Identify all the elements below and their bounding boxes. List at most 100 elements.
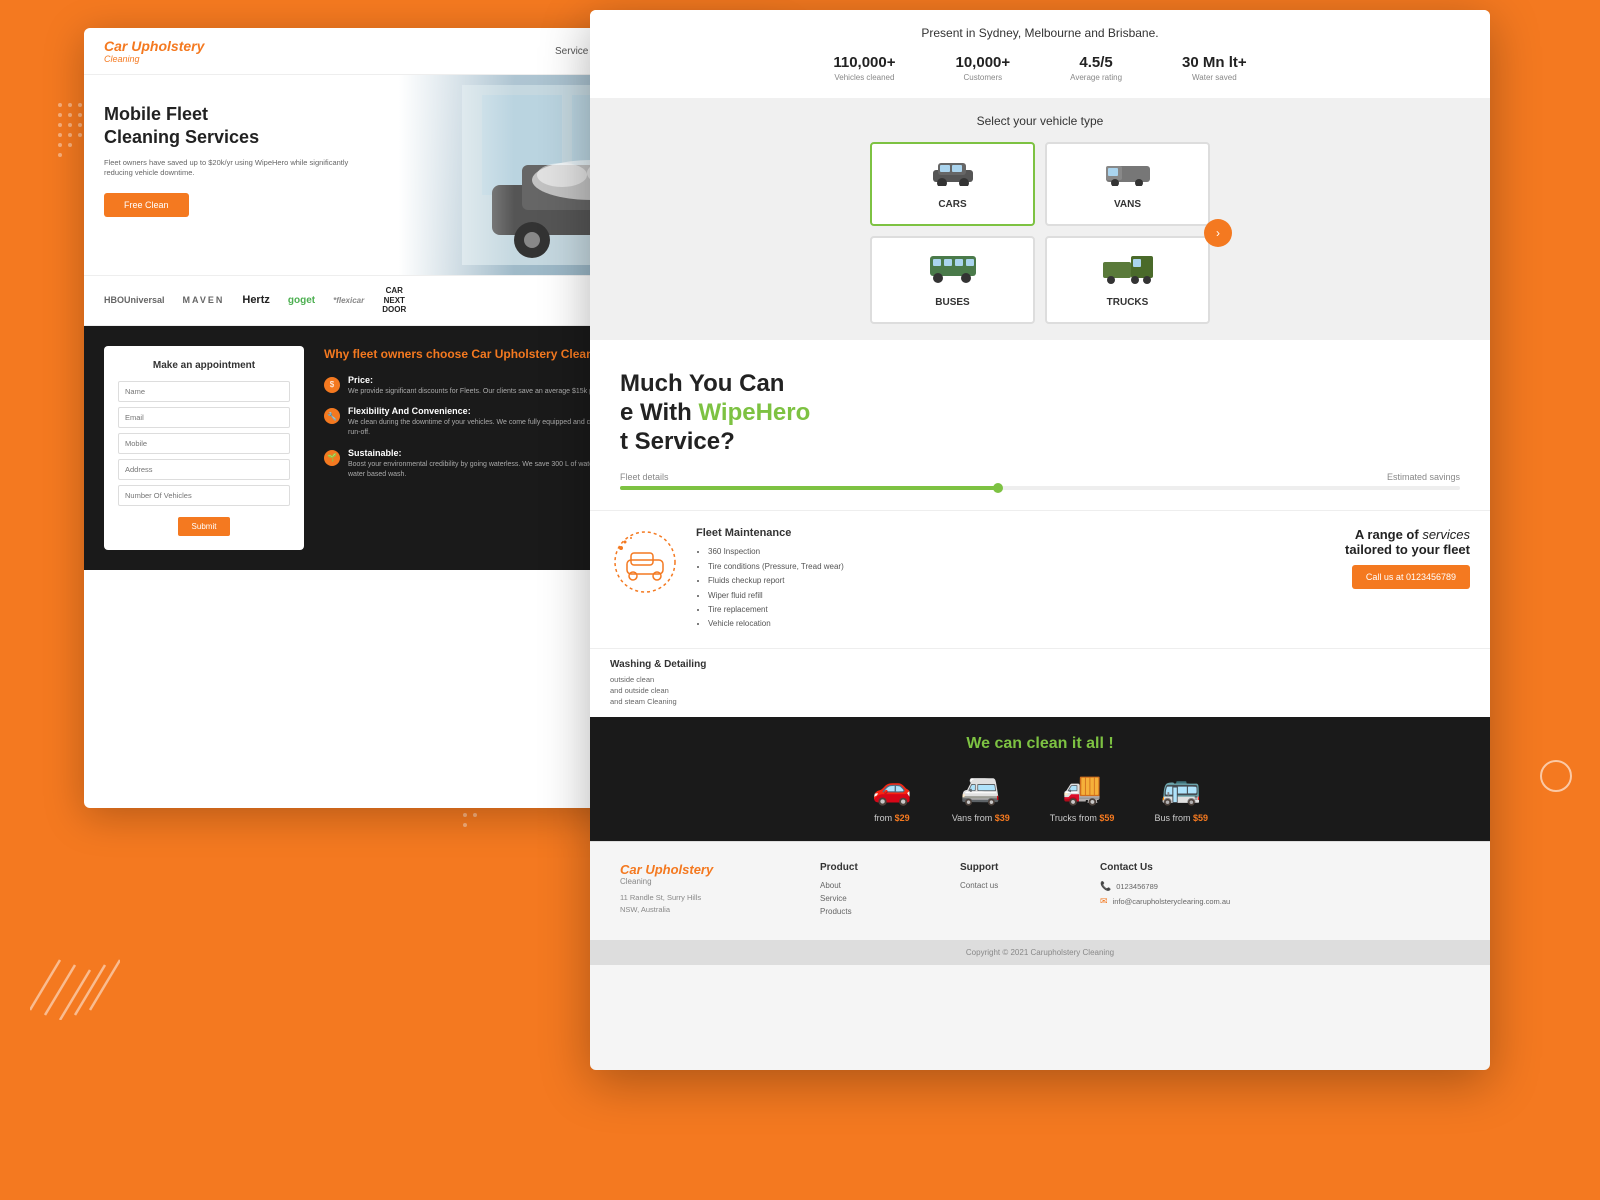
service-list: 360 Inspection Tire conditions (Pressure… [696,545,1319,631]
fleet-maintenance-icon [613,530,678,595]
form-address-input[interactable] [118,459,290,480]
clean-title-end: it all ! [1072,735,1114,752]
phone-icon: 📞 [1100,881,1111,892]
why-icon-sustainable: 🌱 [324,450,340,466]
footer-logo: Car Upholstery [620,862,780,877]
progress-dot [993,483,1003,493]
footer-product-col: Product About Service Products [820,862,920,920]
s2-footer: Car Upholstery Cleaning 11 Randle St, Su… [590,841,1490,940]
clean-bus-icon: 🚌 [1154,769,1208,807]
stat-water: 30 Mn lt+ Water saved [1182,54,1247,82]
s1-free-clean-button[interactable]: Free Clean [104,193,189,217]
cta-title: A range of servicestailored to your flee… [1345,527,1470,557]
clean-bus-price: Bus from $59 [1154,813,1208,823]
footer-product-title: Product [820,862,920,873]
footer-logo-sub: Cleaning [620,877,780,886]
brand-carnextdoor: CARNEXTDOOR [382,286,406,315]
vehicle-card-buses[interactable]: BUSES [870,236,1035,324]
stat-rating-num: 4.5/5 [1070,54,1122,71]
footer-link-service[interactable]: Service [820,894,920,903]
footer-phone-line: 📞 0123456789 [1100,881,1460,892]
service-name: Fleet Maintenance [696,527,1319,539]
vehicle-card-trucks[interactable]: TRUCKS [1045,236,1210,324]
brand-hbo: HBOUniversal [104,295,165,305]
form-mobile-input[interactable] [118,433,290,454]
s2-stats-row: 110,000+ Vehicles cleaned 10,000+ Custom… [620,54,1460,82]
vans-icon [1057,158,1198,193]
footer-link-products[interactable]: Products [820,907,920,916]
s1-logo-car: Car [104,38,127,54]
footer-support-col: Support Contact us [960,862,1060,920]
service-info: Fleet Maintenance 360 Inspection Tire co… [696,527,1319,631]
vehicle-grid: CARS VANS [870,142,1210,324]
trucks-label: TRUCKS [1057,297,1198,308]
progress-track [620,486,1460,490]
why-title-start: Why fleet owners choose [324,347,468,361]
service-cta: A range of servicestailored to your flee… [1335,527,1470,631]
stat-rating-label: Average rating [1070,73,1122,82]
s2-detailing-section: Washing & Detailing outside cleanand out… [590,648,1490,718]
stat-water-label: Water saved [1182,73,1247,82]
detailing-title: Washing & Detailing [610,659,1470,670]
form-submit-button[interactable]: Submit [178,517,231,536]
footer-address: 11 Randle St, Surry HillsNSW, Australia [620,892,780,916]
why-icon-flexibility: 🔧 [324,408,340,424]
stat-vehicles: 110,000+ Vehicles cleaned [833,54,895,82]
clean-truck: 🚚 Trucks from $59 [1050,769,1115,823]
email-icon: ✉ [1100,896,1108,907]
headline-line3: t Service? [620,428,735,455]
footer-link-contact[interactable]: Contact us [960,881,1060,890]
clean-van: 🚐 Vans from $39 [952,769,1010,823]
stat-customers-label: Customers [956,73,1011,82]
cars-icon [882,158,1023,193]
clean-truck-icon: 🚚 [1050,769,1115,807]
stat-customers: 10,000+ Customers [956,54,1011,82]
brand-flexicar: *flexicar [333,296,364,305]
form-name-input[interactable] [118,381,290,402]
footer-link-about[interactable]: About [820,881,920,890]
progress-labels: Fleet details Estimated savings [620,472,1460,482]
brand-goget: goget [288,295,315,306]
footer-contact-title: Contact Us [1100,862,1460,873]
clean-bus: 🚌 Bus from $59 [1154,769,1208,823]
form-vehicles-input[interactable] [118,485,290,506]
s1-hero-title: Mobile FleetCleaning Services [104,103,379,150]
clean-car-price: from $29 [872,813,912,823]
stat-vehicles-num: 110,000+ [833,54,895,71]
form-email-input[interactable] [118,407,290,428]
vehicle-next-button[interactable]: › [1204,219,1232,247]
s2-clean-all-section: We can clean it all ! 🚗 from $29 🚐 Vans … [590,717,1490,841]
vehicle-card-vans[interactable]: VANS [1045,142,1210,226]
service-item-5: Tire replacement [708,603,1319,617]
call-button[interactable]: Call us at 0123456789 [1352,565,1470,589]
clean-car-icon: 🚗 [872,769,912,807]
stat-customers-num: 10,000+ [956,54,1011,71]
progress-label-fleet: Fleet details [620,472,669,482]
s2-services-section: Fleet Maintenance 360 Inspection Tire co… [590,510,1490,647]
copyright-text: Copyright © 2021 Carupholstery Cleaning [966,948,1114,957]
clean-car: 🚗 from $29 [872,769,912,823]
footer-email-line: ✉ info@carupholsteryclearing.com.au [1100,896,1460,907]
stat-rating: 4.5/5 Average rating [1070,54,1122,82]
screenshot-front: Present in Sydney, Melbourne and Brisban… [590,10,1490,1070]
service-item-6: Vehicle relocation [708,617,1319,631]
clean-all-title: We can clean it all ! [620,735,1460,753]
s2-location: Present in Sydney, Melbourne and Brisban… [620,26,1460,40]
stat-vehicles-label: Vehicles cleaned [833,73,895,82]
headline-line2: e With WipeHero [620,399,810,426]
s1-hero-text: Mobile FleetCleaning Services Fleet owne… [84,75,399,275]
footer-contact-section: Contact Us 📞 0123456789 ✉ info@caruphols… [1100,862,1460,920]
s1-logo-sub: Cleaning [104,54,204,64]
nav-service[interactable]: Service [555,46,588,57]
form-title: Make an appointment [118,360,290,371]
deco-lines-bottom [30,950,120,1020]
footer-logo-section: Car Upholstery Cleaning 11 Randle St, Su… [620,862,780,920]
service-item-2: Tire conditions (Pressure, Tread wear) [708,560,1319,574]
s2-progress-bar: Fleet details Estimated savings [620,472,1460,490]
vehicle-card-cars[interactable]: CARS [870,142,1035,226]
clean-truck-price: Trucks from $59 [1050,813,1115,823]
clean-title-start: We can [966,735,1022,752]
s2-copyright: Copyright © 2021 Carupholstery Cleaning [590,940,1490,965]
clean-van-price: Vans from $39 [952,813,1010,823]
s2-hero-left: Much You Can e With WipeHero t Service? … [620,370,1460,490]
